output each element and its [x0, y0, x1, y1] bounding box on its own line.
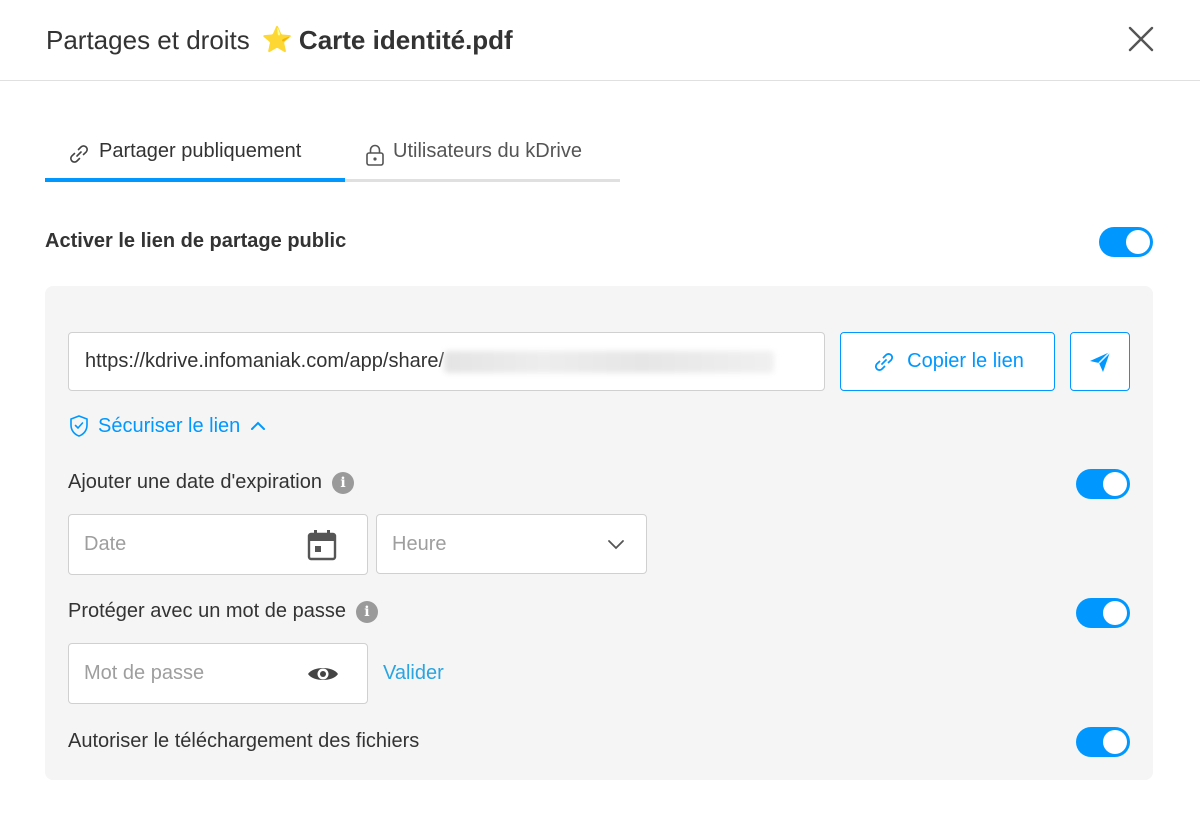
secure-link-toggle[interactable]: Sécuriser le lien — [68, 414, 266, 438]
link-icon — [70, 145, 88, 163]
download-toggle[interactable] — [1076, 727, 1130, 757]
copy-link-label: Copier le lien — [907, 350, 1024, 372]
toggle-knob — [1103, 601, 1127, 625]
time-select[interactable]: Heure — [376, 514, 647, 574]
password-toggle[interactable] — [1076, 598, 1130, 628]
validate-password-button[interactable]: Valider — [383, 662, 444, 685]
password-label: Protéger avec un mot de passe — [68, 600, 346, 622]
dialog-header: Partages et droits ⭐ Carte identité.pdf — [0, 0, 1200, 81]
close-button[interactable] — [1124, 22, 1158, 56]
toggle-knob — [1103, 730, 1127, 754]
toggle-knob — [1126, 230, 1150, 254]
send-icon — [1090, 351, 1111, 372]
favorite-star-icon: ⭐ — [261, 25, 293, 54]
info-icon[interactable]: i — [355, 600, 378, 623]
share-settings-panel: https://kdrive.infomaniak.com/app/share/… — [45, 286, 1153, 780]
password-input[interactable]: Mot de passe — [68, 643, 368, 704]
link-icon — [875, 352, 894, 371]
share-dialog: Partages et droits ⭐ Carte identité.pdf … — [0, 0, 1200, 826]
chevron-down-icon — [607, 539, 625, 550]
share-link-field[interactable]: https://kdrive.infomaniak.com/app/share/ — [68, 332, 825, 391]
dialog-title: Partages et droits ⭐ Carte identité.pdf — [46, 25, 513, 56]
password-row: Protéger avec un mot de passe i — [68, 600, 378, 623]
eye-icon[interactable] — [307, 664, 339, 684]
lock-icon — [366, 144, 384, 166]
shield-check-icon — [70, 415, 88, 437]
public-link-label: Activer le lien de partage public — [45, 230, 347, 252]
info-icon[interactable]: i — [332, 471, 354, 494]
share-link-redacted — [444, 350, 775, 373]
share-link-url: https://kdrive.infomaniak.com/app/share/ — [85, 350, 445, 372]
toggle-knob — [1103, 472, 1127, 496]
time-placeholder: Heure — [392, 532, 447, 555]
expiration-label: Ajouter une date d'expiration — [68, 471, 322, 493]
send-link-button[interactable] — [1070, 332, 1130, 391]
close-icon — [1128, 26, 1154, 52]
tab-public-share-label: Partager publiquement — [99, 140, 302, 162]
download-label: Autoriser le téléchargement des fichiers — [68, 730, 420, 752]
dialog-title-text: Partages et droits — [46, 24, 250, 55]
chevron-up-icon — [251, 421, 266, 430]
copy-link-button[interactable]: Copier le lien — [840, 332, 1055, 391]
expiration-toggle[interactable] — [1076, 469, 1130, 499]
password-placeholder: Mot de passe — [84, 662, 205, 684]
date-input[interactable]: Date — [68, 514, 368, 575]
date-placeholder: Date — [84, 533, 127, 555]
calendar-icon[interactable] — [307, 529, 337, 561]
expiration-row: Ajouter une date d'expiration i — [68, 471, 354, 494]
file-name: Carte identité.pdf — [298, 24, 513, 55]
tab-kdrive-users-label: Utilisateurs du kDrive — [393, 140, 582, 162]
tab-public-share[interactable]: Partager publiquement — [67, 140, 301, 182]
tab-kdrive-users[interactable]: Utilisateurs du kDrive — [365, 140, 582, 182]
public-link-toggle[interactable] — [1099, 227, 1153, 257]
share-tabs: Partager publiquement Utilisateurs du kD… — [45, 130, 620, 182]
secure-link-label: Sécuriser le lien — [98, 414, 241, 437]
active-tab-indicator — [45, 178, 345, 182]
